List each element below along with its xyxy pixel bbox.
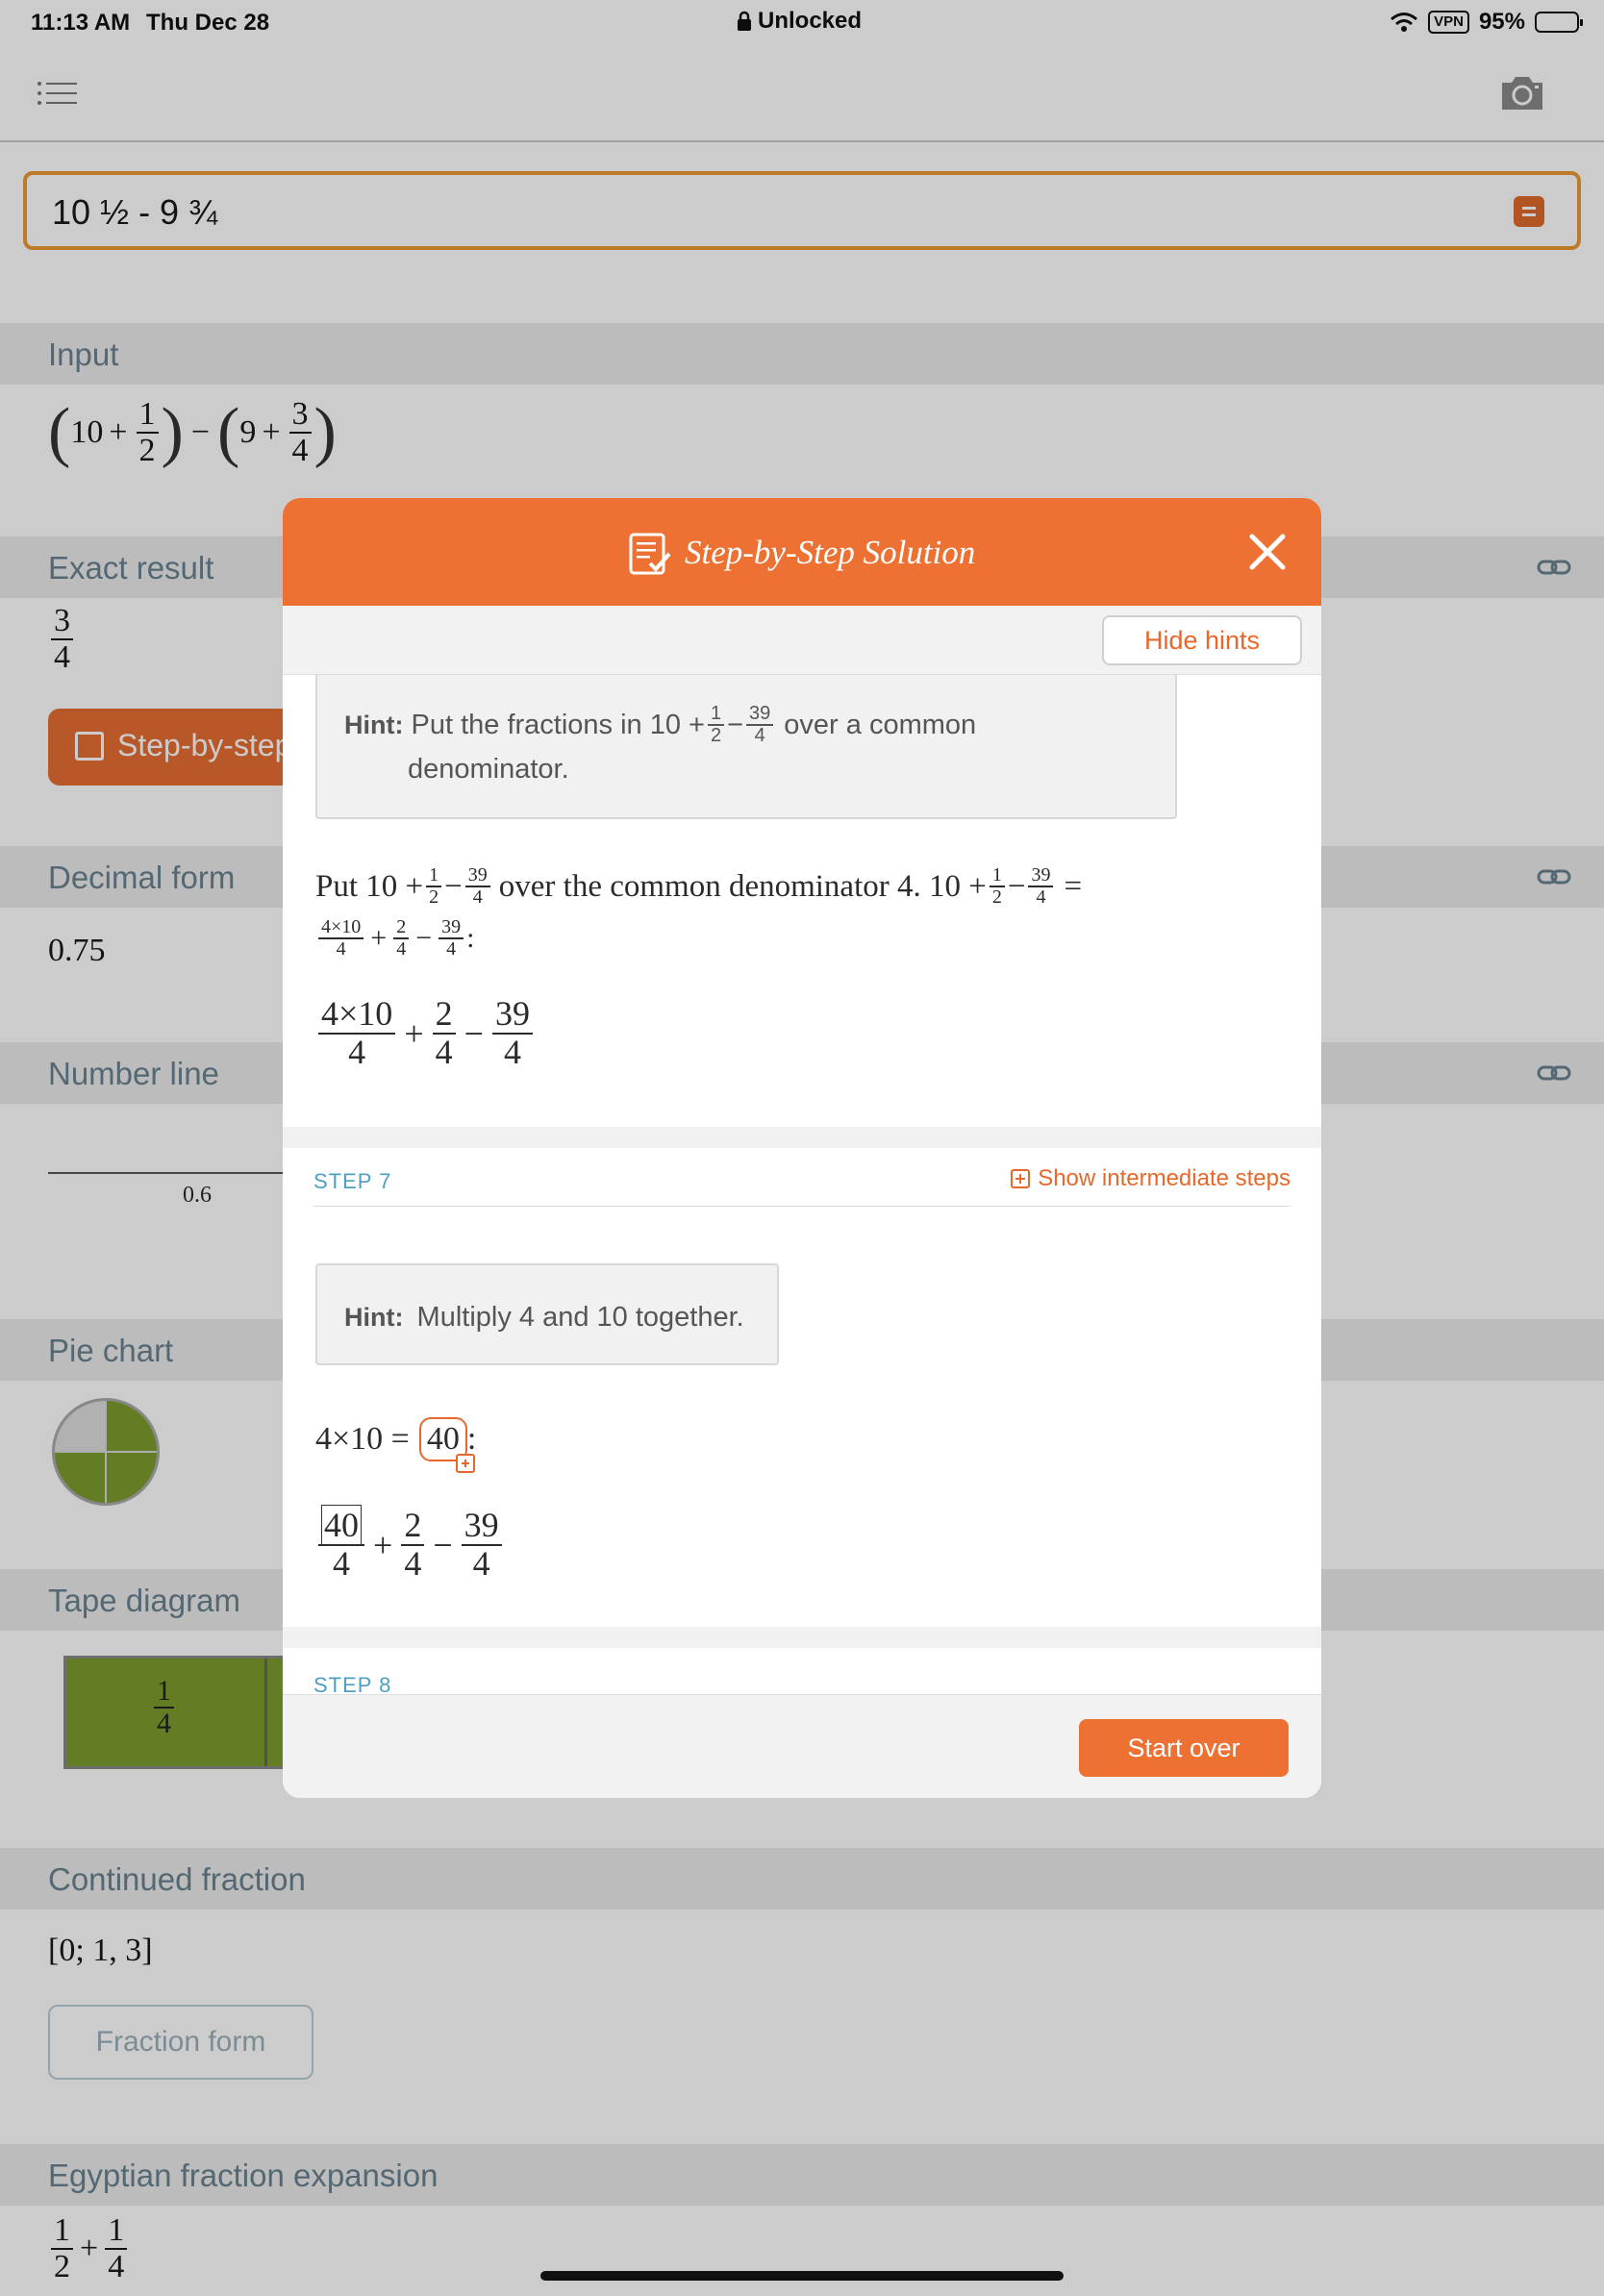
step-result: 40 4 + 24 − 39 4 — [315, 1505, 505, 1583]
modal-scroll-area[interactable]: Hint: Put the fractions in 10 + 12 − 39 4… — [283, 675, 1321, 1711]
step-explanation: Put 10 + 12 − 39 4 over the common denomi… — [315, 864, 1083, 908]
close-icon[interactable] — [1248, 533, 1287, 571]
step-label: STEP 7 — [313, 1169, 392, 1193]
hint-box: Hint: Put the fractions in 10 + 12 − 39 4… — [315, 675, 1177, 819]
modal-title: Step-by-Step Solution — [629, 531, 975, 575]
hide-hints-button[interactable]: Hide hints — [1102, 615, 1302, 665]
step-by-step-modal: Step-by-Step Solution Hide hints Hint: P… — [283, 498, 1321, 1798]
start-over-button[interactable]: Start over — [1079, 1719, 1289, 1777]
step-rule — [313, 1206, 1291, 1207]
result-box[interactable]: 40 — [418, 1417, 475, 1473]
home-indicator[interactable] — [540, 2271, 1064, 2281]
modal-footer: Start over — [283, 1694, 1321, 1798]
step-result: 4×10 4 + 24 − 39 4 — [315, 995, 536, 1071]
expand-icon — [1011, 1169, 1031, 1188]
modal-header: Step-by-Step Solution — [283, 498, 1321, 606]
fraction: 12 — [707, 704, 725, 746]
checklist-icon — [629, 533, 671, 575]
hint-box: Hint: Multiply 4 and 10 together. — [315, 1263, 779, 1365]
show-intermediate-steps-link[interactable]: Show intermediate steps — [1011, 1165, 1291, 1192]
multiplication-line: 4×10 = 40 : — [315, 1417, 476, 1473]
expand-icon[interactable] — [455, 1454, 475, 1473]
modal-subbar: Hide hints — [283, 606, 1321, 675]
step-separator — [283, 1127, 1321, 1148]
step-separator — [283, 1627, 1321, 1648]
fraction: 39 4 — [746, 704, 774, 746]
step-explanation-cont: 4×10 4 + 24 − 39 4 : — [315, 917, 474, 960]
